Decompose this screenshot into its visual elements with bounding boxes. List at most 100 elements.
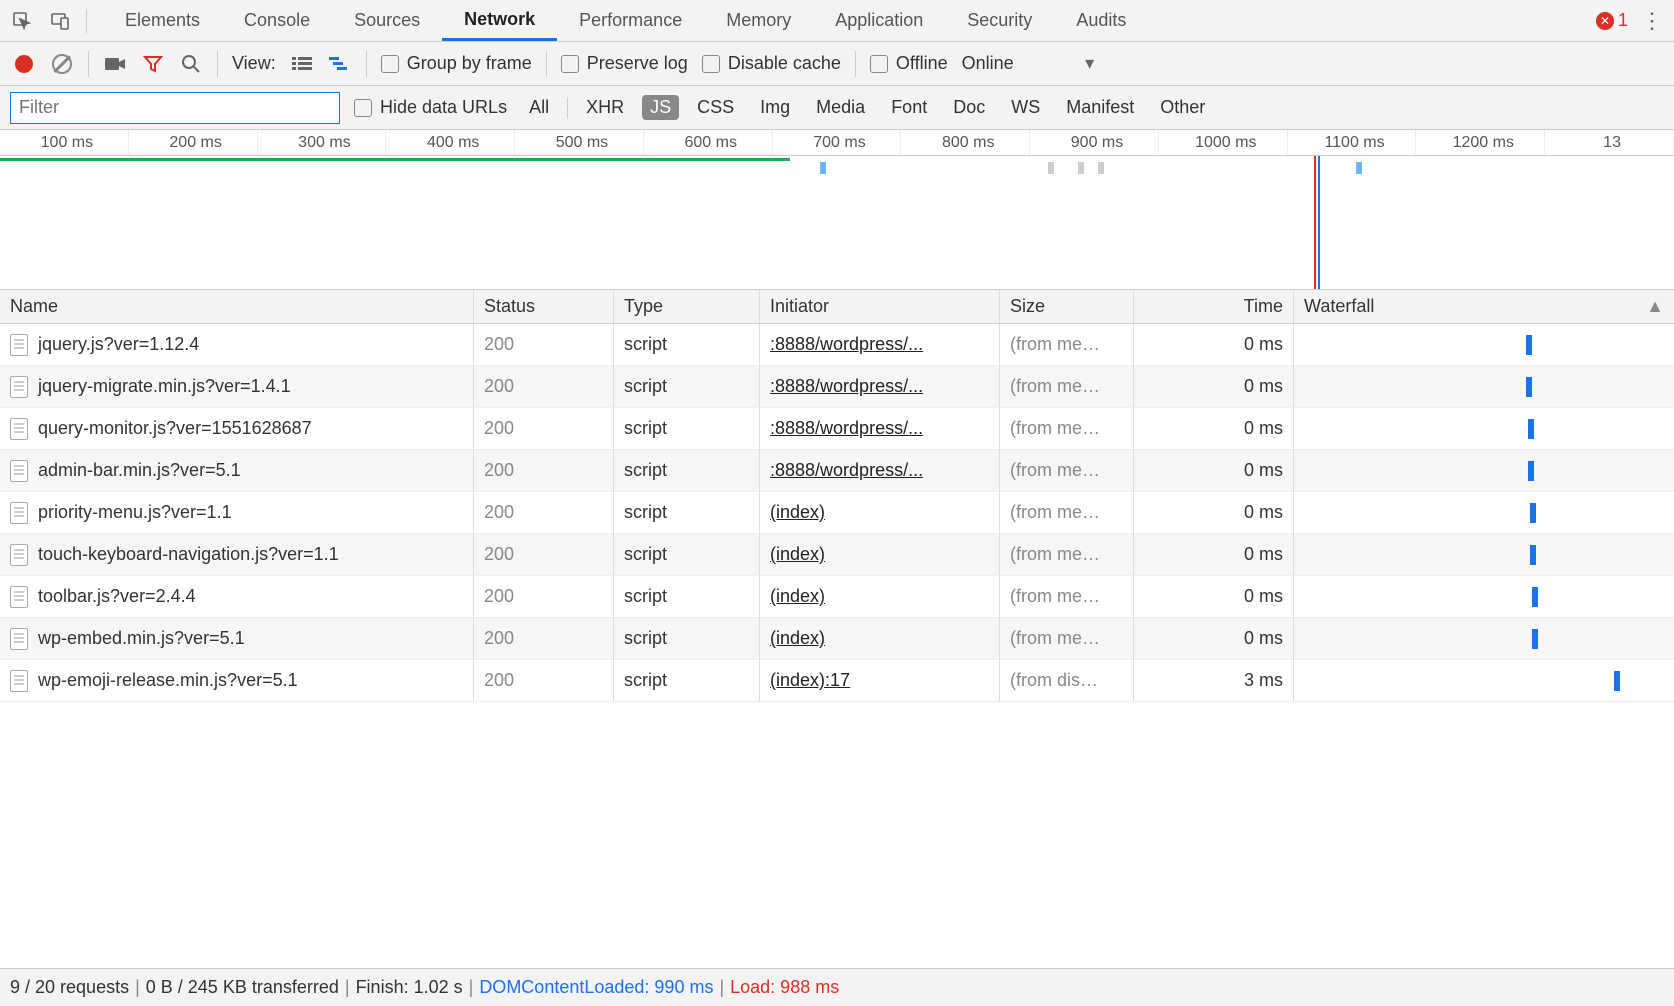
timeline-marker — [1078, 162, 1084, 174]
timeline-tick: 800 ms — [901, 130, 1030, 155]
timeline-tick: 1200 ms — [1416, 130, 1545, 155]
tab-security[interactable]: Security — [945, 0, 1054, 41]
filter-type-manifest[interactable]: Manifest — [1058, 95, 1142, 120]
tab-performance[interactable]: Performance — [557, 0, 704, 41]
error-counter[interactable]: ✕ 1 — [1596, 10, 1628, 31]
table-row[interactable]: jquery.js?ver=1.12.4200script:8888/wordp… — [0, 324, 1674, 366]
search-icon[interactable] — [179, 52, 203, 76]
col-status[interactable]: Status — [474, 290, 614, 323]
initiator-link[interactable]: :8888/wordpress/... — [770, 376, 923, 397]
request-status: 200 — [474, 618, 614, 659]
initiator-link[interactable]: (index) — [770, 586, 825, 607]
throttling-select[interactable]: Online — [962, 53, 1014, 74]
more-icon[interactable]: ⋮ — [1640, 9, 1664, 33]
request-status: 200 — [474, 324, 614, 365]
waterfall-bar — [1526, 377, 1532, 397]
col-name[interactable]: Name — [0, 290, 474, 323]
waterfall-bar — [1530, 503, 1536, 523]
waterfall-bar — [1532, 587, 1538, 607]
timeline-tick: 600 ms — [644, 130, 773, 155]
table-row[interactable]: touch-keyboard-navigation.js?ver=1.1200s… — [0, 534, 1674, 576]
request-time: 0 ms — [1134, 408, 1294, 449]
clear-button[interactable] — [50, 52, 74, 76]
filter-type-font[interactable]: Font — [883, 95, 935, 120]
initiator-link[interactable]: :8888/wordpress/... — [770, 418, 923, 439]
hide-data-urls-toggle[interactable]: Hide data URLs — [354, 97, 507, 118]
request-name: touch-keyboard-navigation.js?ver=1.1 — [38, 544, 339, 565]
col-time[interactable]: Time — [1134, 290, 1294, 323]
request-size: (from me… — [1000, 534, 1134, 575]
initiator-link[interactable]: (index) — [770, 544, 825, 565]
request-type: script — [614, 534, 760, 575]
table-row[interactable]: wp-emoji-release.min.js?ver=5.1200script… — [0, 660, 1674, 702]
request-status: 200 — [474, 660, 614, 701]
initiator-link[interactable]: (index) — [770, 502, 825, 523]
table-row[interactable]: toolbar.js?ver=2.4.4200script(index)(fro… — [0, 576, 1674, 618]
tab-memory[interactable]: Memory — [704, 0, 813, 41]
filter-input[interactable] — [10, 92, 340, 124]
col-type[interactable]: Type — [614, 290, 760, 323]
request-name: wp-emoji-release.min.js?ver=5.1 — [38, 670, 298, 691]
tab-network[interactable]: Network — [442, 0, 557, 41]
request-type: script — [614, 366, 760, 407]
filter-type-media[interactable]: Media — [808, 95, 873, 120]
filter-type-ws[interactable]: WS — [1003, 95, 1048, 120]
disable-cache-toggle[interactable]: Disable cache — [702, 53, 841, 74]
request-size: (from dis… — [1000, 660, 1134, 701]
inspect-icon[interactable] — [10, 9, 34, 33]
overview-timeline[interactable]: 100 ms200 ms300 ms400 ms500 ms600 ms700 … — [0, 130, 1674, 290]
list-view-icon[interactable] — [290, 52, 314, 76]
preserve-log-toggle[interactable]: Preserve log — [561, 53, 688, 74]
table-row[interactable]: query-monitor.js?ver=1551628687200script… — [0, 408, 1674, 450]
timeline-marker — [1356, 162, 1362, 174]
camera-icon[interactable] — [103, 52, 127, 76]
timeline-marker — [820, 162, 826, 174]
table-row[interactable]: admin-bar.min.js?ver=5.1200script:8888/w… — [0, 450, 1674, 492]
filter-type-all[interactable]: All — [521, 95, 557, 120]
col-initiator[interactable]: Initiator — [760, 290, 1000, 323]
device-toggle-icon[interactable] — [48, 9, 72, 33]
tab-sources[interactable]: Sources — [332, 0, 442, 41]
waterfall-view-icon[interactable] — [328, 52, 352, 76]
col-waterfall[interactable]: Waterfall▲ — [1294, 290, 1674, 323]
requests-summary: 9 / 20 requests — [10, 977, 129, 998]
initiator-link[interactable]: (index) — [770, 628, 825, 649]
tab-elements[interactable]: Elements — [103, 0, 222, 41]
waterfall-bar — [1614, 671, 1620, 691]
table-row[interactable]: wp-embed.min.js?ver=5.1200script(index)(… — [0, 618, 1674, 660]
timeline-tick: 500 ms — [515, 130, 644, 155]
tab-console[interactable]: Console — [222, 0, 332, 41]
filter-type-xhr[interactable]: XHR — [578, 95, 632, 120]
request-type: script — [614, 576, 760, 617]
table-row[interactable]: priority-menu.js?ver=1.1200script(index)… — [0, 492, 1674, 534]
waterfall-bar — [1526, 335, 1532, 355]
load-event-line — [1314, 156, 1316, 289]
request-time: 3 ms — [1134, 660, 1294, 701]
initiator-link[interactable]: :8888/wordpress/... — [770, 460, 923, 481]
error-icon: ✕ — [1596, 12, 1614, 30]
filter-icon[interactable] — [141, 52, 165, 76]
chevron-down-icon[interactable]: ▾ — [1078, 52, 1102, 76]
tab-audits[interactable]: Audits — [1054, 0, 1148, 41]
col-size[interactable]: Size — [1000, 290, 1134, 323]
table-row[interactable]: jquery-migrate.min.js?ver=1.4.1200script… — [0, 366, 1674, 408]
devtools-tabstrip: ElementsConsoleSourcesNetworkPerformance… — [0, 0, 1674, 42]
timeline-tick: 200 ms — [129, 130, 258, 155]
waterfall-bar — [1528, 461, 1534, 481]
filter-type-doc[interactable]: Doc — [945, 95, 993, 120]
offline-toggle[interactable]: Offline — [870, 53, 948, 74]
view-label: View: — [232, 53, 276, 74]
filter-type-js[interactable]: JS — [642, 95, 679, 120]
filter-type-img[interactable]: Img — [752, 95, 798, 120]
filter-type-css[interactable]: CSS — [689, 95, 742, 120]
tab-application[interactable]: Application — [813, 0, 945, 41]
initiator-link[interactable]: :8888/wordpress/... — [770, 334, 923, 355]
request-type: script — [614, 324, 760, 365]
initiator-link[interactable]: (index):17 — [770, 670, 850, 691]
group-by-frame-toggle[interactable]: Group by frame — [381, 53, 532, 74]
request-status: 200 — [474, 408, 614, 449]
filter-type-other[interactable]: Other — [1152, 95, 1213, 120]
request-time: 0 ms — [1134, 324, 1294, 365]
record-button[interactable] — [12, 52, 36, 76]
request-time: 0 ms — [1134, 492, 1294, 533]
